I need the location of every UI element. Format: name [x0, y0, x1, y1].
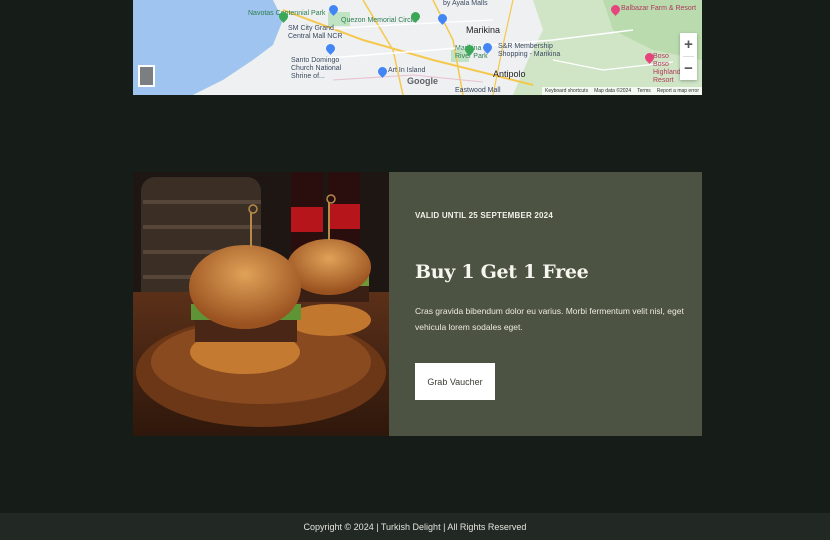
- terms-link[interactable]: Terms: [637, 88, 651, 94]
- promo-valid-until: VALID UNTIL 25 SEPTEMBER 2024: [415, 211, 553, 220]
- map-attribution: Keyboard shortcuts Map data ©2024 Terms …: [541, 87, 702, 95]
- burger-image: [133, 172, 389, 436]
- map-place-label[interactable]: Antipolo: [493, 69, 526, 79]
- map-place-label[interactable]: by Ayala Malls: [443, 0, 488, 7]
- zoom-in-button[interactable]: +: [680, 33, 697, 56]
- map-place-label[interactable]: S&R Membership Shopping - Marikina: [498, 43, 568, 59]
- map-place-label[interactable]: SM City Grand Central Mall NCR: [288, 25, 348, 41]
- promo-banner: VALID UNTIL 25 SEPTEMBER 2024 Buy 1 Get …: [133, 172, 702, 436]
- map-place-label[interactable]: Art In Island: [388, 67, 425, 74]
- map-embed[interactable]: Navotas Centennial Park Quezon Memorial …: [133, 0, 702, 95]
- map-place-label[interactable]: Marikina: [466, 25, 500, 35]
- promo-title: Buy 1 Get 1 Free: [415, 261, 589, 283]
- zoom-out-button[interactable]: −: [680, 57, 697, 80]
- map-place-label[interactable]: Balbazar Farm & Resort: [621, 5, 696, 12]
- promo-description: Cras gravida bibendum dolor eu varius. M…: [415, 306, 684, 332]
- map-zoom-control: + −: [680, 33, 697, 80]
- keyboard-shortcuts-link[interactable]: Keyboard shortcuts: [545, 88, 588, 94]
- copyright-text: Copyright © 2024 | Turkish Delight | All…: [303, 521, 527, 532]
- map-place-label[interactable]: Santo Domingo Church National Shrine of.…: [291, 57, 351, 81]
- report-map-error-link[interactable]: Report a map error: [657, 88, 699, 94]
- street-view-pegman-icon[interactable]: [138, 65, 155, 87]
- burger-illustration: [133, 172, 389, 436]
- grab-voucher-button[interactable]: Grab Vaucher: [415, 363, 495, 400]
- google-logo: Google: [407, 76, 438, 86]
- map-place-label[interactable]: Eastwood Mall: [455, 87, 501, 94]
- map-data-label: Map data ©2024: [594, 88, 632, 94]
- map-place-label[interactable]: Boso Boso Highland Resort: [653, 53, 683, 85]
- map-place-label[interactable]: Quezon Memorial Circle: [341, 17, 416, 24]
- promo-content-panel: VALID UNTIL 25 SEPTEMBER 2024 Buy 1 Get …: [389, 172, 702, 436]
- site-footer: Copyright © 2024 | Turkish Delight | All…: [0, 513, 830, 540]
